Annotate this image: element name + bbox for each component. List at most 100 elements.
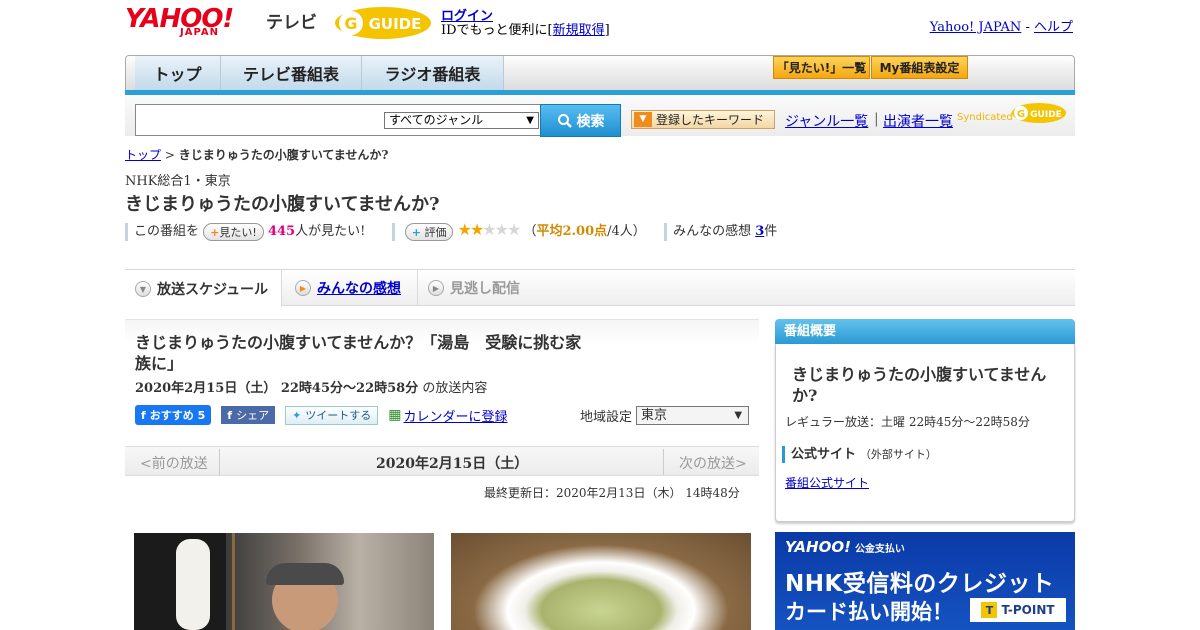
tab-missed-label: 見逃し配信 bbox=[450, 281, 520, 297]
genre-list-link[interactable]: ジャンル一覧 bbox=[785, 111, 868, 131]
ad-banner[interactable]: YAHOO! 公金支払い NHK受信料のクレジット カード払い開始！ T T-POI… bbox=[775, 532, 1075, 630]
syndicated-label: Syndicated bbox=[957, 112, 1013, 123]
facebook-share-button[interactable]: f シェア bbox=[221, 406, 276, 424]
gguide-logo-text: GUIDE bbox=[369, 15, 422, 33]
gguide-logo: G GUIDE bbox=[335, 7, 431, 39]
breadcrumb-sep: > bbox=[161, 148, 179, 162]
last-updated: 最終更新日：2020年2月13日（木） 14時48分 bbox=[484, 486, 740, 500]
person-cap bbox=[266, 563, 344, 585]
program-summary-header: 番組概要 bbox=[775, 319, 1075, 344]
region-select-value: 東京 bbox=[641, 408, 668, 423]
region-select[interactable]: 東京 ▼ bbox=[636, 406, 750, 425]
star-icon: ★ bbox=[506, 220, 521, 239]
plus-icon: + bbox=[210, 225, 220, 239]
prev-broadcast-button[interactable]: <前の放送 bbox=[140, 453, 208, 473]
tpoint-icon: T bbox=[981, 602, 998, 618]
region-setting: 地域設定 東京 ▼ bbox=[580, 406, 750, 425]
nav-tab-top[interactable]: トップ bbox=[135, 56, 221, 90]
ad-headline-1: NHK受信料のクレジット bbox=[785, 571, 1055, 597]
login-sub-suffix: ] bbox=[604, 23, 610, 38]
tab-reviews-label: みんなの感想 bbox=[317, 281, 401, 297]
divider bbox=[663, 449, 664, 475]
gguide-small-logo-text: GUIDE bbox=[1030, 110, 1062, 120]
review-count-link[interactable]: 3 bbox=[755, 224, 764, 239]
facebook-recommend-label: おすすめ 5 bbox=[149, 409, 206, 422]
rate-button-label: 評価 bbox=[424, 225, 447, 239]
rate-button[interactable]: + 評価 bbox=[404, 222, 454, 241]
search-icon bbox=[557, 113, 572, 128]
chevron-down-icon: ▼ bbox=[135, 280, 151, 297]
rating-suffix: /4人） bbox=[607, 224, 646, 239]
gguide-small-logo: G GUIDE bbox=[1012, 103, 1066, 123]
search-button-label: 検索 bbox=[576, 113, 605, 130]
tab-missed[interactable]: ▶ 見逃し配信 bbox=[417, 270, 520, 306]
tweet-button-label: ツイートする bbox=[305, 409, 372, 422]
cast-list-link[interactable]: 出演者一覧 bbox=[883, 111, 953, 131]
yahoo-japan-link[interactable]: Yahoo! JAPAN bbox=[930, 20, 1022, 35]
divider bbox=[391, 222, 395, 241]
review-suffix: 件 bbox=[764, 224, 778, 239]
ad-brand: YAHOO! 公金支払い bbox=[785, 538, 905, 556]
rating-stars: ★★★★★ bbox=[458, 220, 522, 239]
ad-brand-logo: YAHOO! bbox=[785, 538, 851, 556]
program-stats-row: この番組を +見たい! 445人が見たい! + 評価 ★★★★★ （平均2.00… bbox=[125, 220, 825, 241]
genre-select[interactable]: すべてのジャンル ▼ bbox=[384, 112, 539, 129]
tab-schedule[interactable]: ▼ 放送スケジュール bbox=[125, 270, 282, 307]
star-icon: ★ bbox=[482, 220, 496, 239]
search-button[interactable]: 検索 bbox=[540, 104, 621, 137]
calendar-icon: ▦ bbox=[388, 407, 402, 423]
share-row: f おすすめ 5 f シェア ✦ ツイートする ▦ カレンダーに登録 bbox=[135, 405, 508, 425]
login-sub-prefix: IDでもっと便利に[ bbox=[441, 23, 553, 38]
program-tabs: ▼ 放送スケジュール ▶ みんなの感想 ▶ 見逃し配信 bbox=[125, 269, 1075, 307]
genre-select-value: すべてのジャンル bbox=[389, 113, 484, 127]
star-icon: ★ bbox=[494, 220, 509, 239]
svg-text:G: G bbox=[1017, 109, 1025, 120]
program-summary-title: きじまりゅうたの小腹すいてませんか? bbox=[792, 365, 1047, 405]
calendar-register-label: カレンダーに登録 bbox=[403, 409, 508, 425]
tab-reviews[interactable]: ▶ みんなの感想 bbox=[285, 270, 401, 306]
registered-keyword-button[interactable]: ▼ 登録したキーワード bbox=[631, 110, 775, 129]
svg-text:G: G bbox=[344, 14, 357, 33]
nav-tab-radio[interactable]: ラジオ番組表 bbox=[362, 56, 504, 90]
official-site-link[interactable]: 番組公式サイト bbox=[785, 474, 869, 491]
twitter-bird-icon: ✦ bbox=[292, 408, 302, 422]
nav-tab-tv[interactable]: テレビ番組表 bbox=[221, 56, 362, 90]
my-schedule-button[interactable]: My番組表設定 bbox=[871, 56, 968, 79]
help-link[interactable]: ヘルプ bbox=[1034, 20, 1073, 35]
chevron-down-icon: ▼ bbox=[734, 410, 743, 421]
yahoo-logo-japan: JAPAN bbox=[180, 27, 219, 38]
facebook-share-label: シェア bbox=[236, 409, 270, 422]
broadcast-date: 2020年2月15日（土） bbox=[376, 456, 529, 472]
want-list-button[interactable]: 「見たい!」一覧 bbox=[773, 56, 870, 79]
nav-stripe bbox=[125, 90, 1075, 95]
episode-datetime: 2020年2月15日（土） 22時45分～22時58分 bbox=[135, 381, 419, 396]
flag-pole bbox=[232, 533, 235, 630]
want-button-label: 見たい! bbox=[219, 225, 257, 239]
signup-link[interactable]: 新規取得 bbox=[553, 23, 605, 38]
episode-photo-2 bbox=[451, 533, 751, 630]
registered-keyword-label: 登録したキーワード bbox=[656, 113, 765, 127]
play-icon: ▶ bbox=[428, 280, 444, 296]
divider bbox=[664, 222, 668, 241]
plus-icon: + bbox=[411, 225, 421, 239]
want-button[interactable]: +見たい! bbox=[203, 222, 264, 241]
review-prefix: みんなの感想 bbox=[673, 224, 752, 239]
rating-average: 平均2.00点 bbox=[536, 224, 608, 239]
link-separator: | bbox=[874, 111, 879, 127]
official-site-label: 公式サイト bbox=[791, 447, 857, 462]
ad-brand-sub: 公金支払い bbox=[854, 544, 905, 555]
play-icon: ▶ bbox=[295, 280, 311, 296]
rating-avg-prefix: （ bbox=[523, 224, 537, 239]
header-links: Yahoo! JAPAN - ヘルプ bbox=[930, 16, 1073, 35]
header-links-sep: - bbox=[1021, 20, 1034, 35]
facebook-recommend-button[interactable]: f おすすめ 5 bbox=[135, 405, 212, 425]
channel-label: NHK総合1・東京 bbox=[125, 174, 231, 189]
next-broadcast-button[interactable]: 次の放送> bbox=[679, 453, 747, 473]
facebook-icon: f bbox=[227, 408, 233, 422]
tweet-button[interactable]: ✦ ツイートする bbox=[285, 405, 379, 425]
official-site-note: （外部サイト） bbox=[859, 448, 937, 461]
calendar-register-link[interactable]: ▦ カレンダーに登録 bbox=[388, 406, 507, 425]
breadcrumb: トップ > きじまりゅうたの小腹すいてませんか? bbox=[125, 146, 388, 163]
breadcrumb-top-link[interactable]: トップ bbox=[125, 148, 161, 162]
tv-service-label[interactable]: テレビ bbox=[266, 8, 317, 33]
